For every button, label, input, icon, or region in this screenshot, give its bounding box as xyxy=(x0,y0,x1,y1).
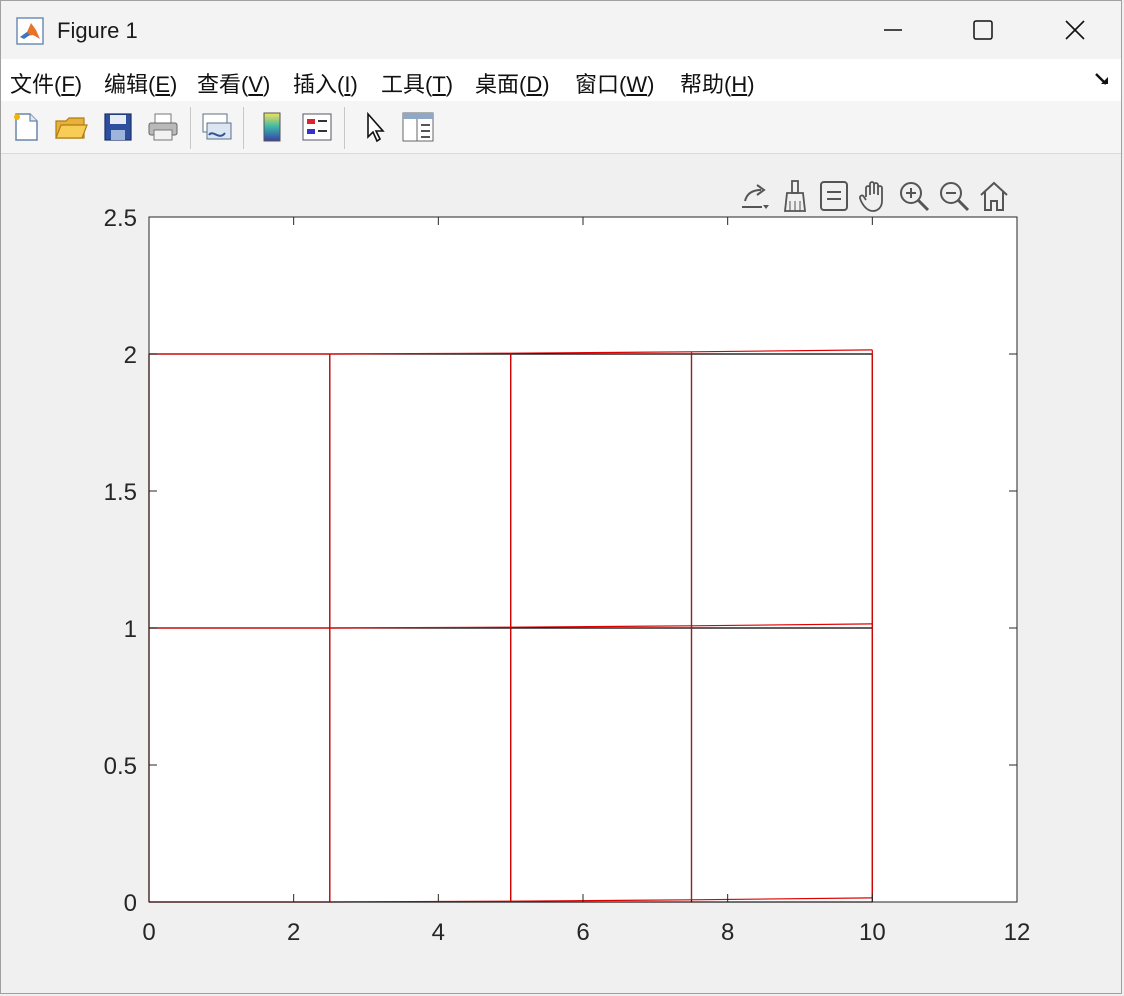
y-tick-label: 1 xyxy=(124,616,137,643)
plot-axes[interactable]: 0 2 4 6 8 10 12 0 0.5 1 1.5 2 2.5 xyxy=(1,1,1123,995)
x-tick-label: 10 xyxy=(859,919,886,946)
plot-area xyxy=(149,217,1017,902)
x-tick-label: 2 xyxy=(287,919,300,946)
y-tick-label: 0 xyxy=(124,890,137,917)
x-tick-label: 12 xyxy=(1004,919,1031,946)
x-tick-label: 4 xyxy=(432,919,445,946)
y-tick-label: 2.5 xyxy=(104,205,137,232)
y-tick-label: 1.5 xyxy=(104,479,137,506)
x-tick-label: 6 xyxy=(576,919,589,946)
x-tick-label: 8 xyxy=(721,919,734,946)
figure-window: Figure 1 文件(F) 编辑(E) 查看(V) 插入(I) 工具(T) 桌… xyxy=(0,0,1122,994)
y-tick-label: 0.5 xyxy=(104,753,137,780)
y-tick-label: 2 xyxy=(124,342,137,369)
x-tick-label: 0 xyxy=(142,919,155,946)
